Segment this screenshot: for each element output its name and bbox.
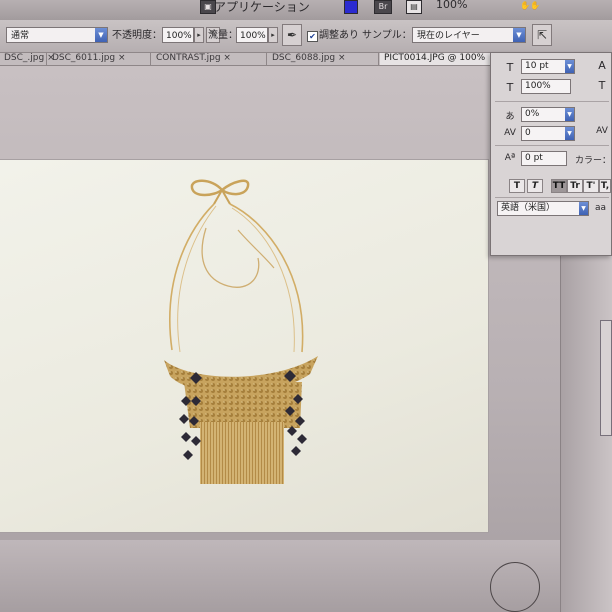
tracking-icon: AV bbox=[596, 126, 608, 136]
flow-dropdown-button[interactable]: ▸ bbox=[268, 27, 278, 43]
inner-chain bbox=[201, 227, 260, 288]
opacity-label: 不透明度： bbox=[112, 30, 162, 41]
font-size-icon: T bbox=[506, 61, 514, 74]
image-canvas[interactable] bbox=[0, 160, 488, 532]
flow-input[interactable]: 100% bbox=[236, 27, 268, 43]
zoom-level[interactable]: 100% bbox=[436, 0, 467, 11]
flow-label: 流量： bbox=[208, 30, 238, 41]
necklace-illustration bbox=[164, 179, 318, 484]
chevron-down-icon: ▼ bbox=[95, 28, 107, 42]
tab-document-2[interactable]: DSC_6011.jpg × bbox=[48, 53, 151, 65]
color-label: カラー： bbox=[575, 156, 612, 166]
tab-document-1[interactable]: DSC_.jpg × bbox=[0, 53, 55, 65]
tab-document-4[interactable]: DSC_6088.jpg × bbox=[268, 53, 379, 65]
aligned-checkbox[interactable]: ✔ bbox=[307, 31, 318, 42]
application-menu-label[interactable]: アプリケーション bbox=[214, 0, 310, 15]
baseline-shift-field[interactable]: 0 pt bbox=[521, 151, 567, 166]
superscript-button[interactable]: T' bbox=[583, 179, 599, 193]
bib-center bbox=[184, 382, 302, 428]
tab-document-active[interactable]: PICT0014.JPG @ 100% bbox=[380, 53, 501, 65]
language-value: 英語（米国） bbox=[501, 203, 556, 213]
aligned-label: 調整あり bbox=[319, 30, 359, 41]
blend-mode-select[interactable]: 通常 ▼ bbox=[6, 27, 108, 43]
hand-tool-icon[interactable]: ✋✋ bbox=[510, 0, 550, 12]
anti-alias-label: aa bbox=[595, 203, 607, 213]
faux-italic-button[interactable]: T bbox=[527, 179, 543, 193]
airbrush-icon[interactable]: ✒ bbox=[282, 24, 302, 46]
panel-divider bbox=[495, 101, 609, 102]
language-select[interactable]: 英語（米国） ▼ bbox=[497, 201, 589, 216]
sample-select[interactable]: 現在のレイヤー ▼ bbox=[412, 27, 526, 43]
vertical-scale-field[interactable]: 100% bbox=[521, 79, 571, 94]
options-bar: 通常 ▼ 不透明度： 100% ▸ ✎ 流量： 100% ▸ ✒ ✔ 調整あり … bbox=[0, 20, 612, 53]
ignore-adjustment-layers-icon[interactable]: ⇱ bbox=[532, 24, 552, 46]
blue-swatch-icon[interactable] bbox=[344, 0, 358, 14]
photoshop-window: ▣ アプリケーション Br ▤ 100% ✋✋ 通常 ▼ 不透明度： 100% … bbox=[0, 0, 612, 612]
all-caps-button[interactable]: TT bbox=[551, 179, 567, 193]
vertical-scale-icon: T bbox=[506, 81, 514, 94]
character-panel: T 10 pt ▼ A T 100% T あ 0% ▼ AV 0 ▼ AV Aª… bbox=[490, 52, 612, 256]
sample-value: 現在のレイヤー bbox=[417, 31, 480, 41]
bridge-icon[interactable]: Br bbox=[374, 0, 392, 14]
font-size-field[interactable]: 10 pt ▼ bbox=[521, 59, 575, 74]
tab-document-3[interactable]: CONTRAST.jpg × bbox=[152, 53, 267, 65]
sample-label: サンプル： bbox=[362, 30, 412, 41]
opacity-dropdown-button[interactable]: ▸ bbox=[194, 27, 204, 43]
kerning-icon: AV bbox=[504, 128, 516, 138]
chevron-down-icon: ▼ bbox=[565, 108, 574, 121]
view-extras-icon[interactable]: ▤ bbox=[406, 0, 422, 14]
tsume-field[interactable]: 0% ▼ bbox=[521, 107, 575, 122]
baseline-shift-icon: Aª bbox=[504, 153, 516, 163]
small-caps-button[interactable]: Tr bbox=[567, 179, 583, 193]
chevron-down-icon: ▼ bbox=[513, 28, 525, 42]
subscript-button[interactable]: T, bbox=[599, 179, 611, 193]
opacity-input[interactable]: 100% bbox=[162, 27, 194, 43]
font-size-value: 10 pt bbox=[525, 61, 549, 71]
panel-divider bbox=[495, 145, 609, 146]
chevron-down-icon: ▼ bbox=[579, 202, 588, 215]
kerning-value: 0 bbox=[525, 128, 531, 138]
brush-cursor-icon bbox=[490, 562, 540, 612]
document-tabs: DSC_.jpg × DSC_6011.jpg × CONTRAST.jpg ×… bbox=[0, 53, 501, 66]
left-chain bbox=[169, 203, 215, 351]
kerning-field[interactable]: 0 ▼ bbox=[521, 126, 575, 141]
fringe bbox=[200, 422, 284, 484]
chevron-down-icon: ▼ bbox=[565, 127, 574, 140]
right-chain bbox=[229, 203, 304, 353]
application-bar: ▣ アプリケーション Br ▤ 100% ✋✋ bbox=[0, 0, 612, 21]
panel-divider bbox=[495, 197, 609, 198]
tsume-value: 0% bbox=[525, 109, 540, 119]
side-panel-edge[interactable] bbox=[600, 320, 612, 436]
chevron-down-icon: ▼ bbox=[565, 60, 574, 73]
faux-bold-button[interactable]: T bbox=[509, 179, 525, 193]
leading-icon: A bbox=[598, 59, 606, 72]
blend-mode-value: 通常 bbox=[11, 31, 30, 41]
horizontal-scale-icon: T bbox=[598, 79, 606, 92]
tsume-icon: あ bbox=[505, 112, 515, 122]
